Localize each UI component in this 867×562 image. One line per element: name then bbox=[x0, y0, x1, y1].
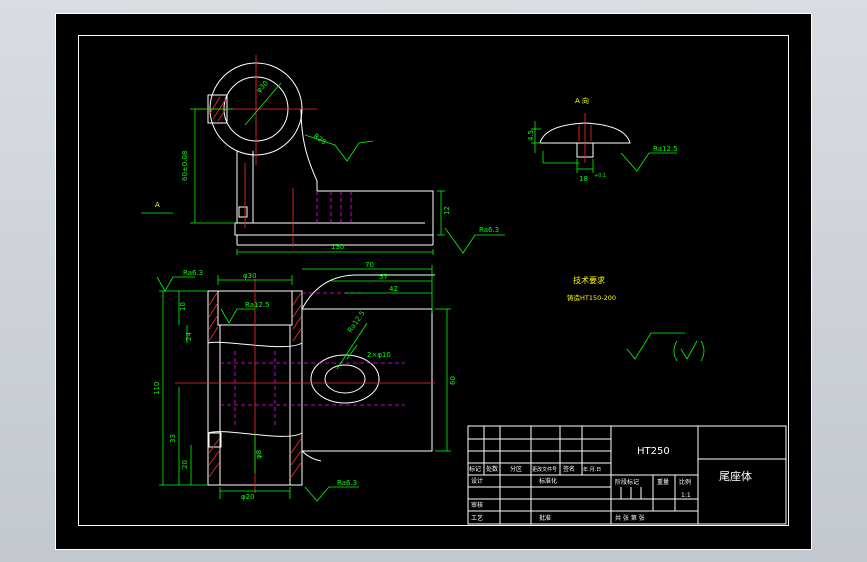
ra-side-inner: Ra12.5 bbox=[245, 301, 270, 309]
tb-material: HT250 bbox=[637, 446, 670, 457]
ra-side-top: Ra6.3 bbox=[183, 269, 203, 277]
tb-stage-mark: 阶段标记 bbox=[615, 478, 639, 486]
tb-scale: 比例 bbox=[679, 478, 691, 486]
ra-side-right: Ra12.5 bbox=[346, 309, 367, 334]
front-view bbox=[141, 55, 505, 255]
notes-title: 技术要求 bbox=[573, 275, 605, 285]
side-dim-110: 110 bbox=[153, 382, 161, 395]
side-dim-20: 20 bbox=[181, 460, 189, 469]
detail-dim-width: 18 bbox=[579, 175, 588, 183]
dim-length-130: 130 bbox=[331, 243, 344, 251]
ra-side-bottom: Ra6.3 bbox=[337, 479, 357, 487]
tb-approve: 批准 bbox=[539, 514, 551, 522]
side-dim-bottom: φ20 bbox=[241, 493, 255, 501]
side-dim-24: 24 bbox=[185, 332, 193, 341]
detail-dim-height: 4.5 bbox=[527, 130, 535, 141]
side-dim-small: φ8 bbox=[255, 450, 263, 459]
tb-date: 年.月.日 bbox=[583, 466, 601, 473]
tb-count: 处数 bbox=[486, 465, 498, 473]
side-dim-42: 42 bbox=[389, 285, 398, 293]
tb-standard: 标准化 bbox=[539, 477, 557, 485]
detail-title: A 向 bbox=[575, 96, 589, 105]
tb-sign: 签名 bbox=[563, 465, 575, 473]
side-dim-57: 57 bbox=[379, 273, 388, 281]
tb-scale-value: 1:1 bbox=[681, 492, 691, 499]
inner-frame bbox=[78, 35, 789, 526]
dim-height-60: 60±0.08 bbox=[181, 151, 189, 181]
notes-line1: 铸造HT150-200 bbox=[567, 293, 616, 302]
tb-part-name: 尾座体 bbox=[719, 469, 752, 483]
tb-sheet-count: 共 张 第 张 bbox=[615, 514, 645, 522]
dim-thickness-12: 12 bbox=[443, 206, 451, 215]
ra-detail: Ra12.5 bbox=[653, 145, 678, 153]
detail-view bbox=[531, 113, 677, 173]
side-dim-top-width: φ30 bbox=[243, 272, 257, 280]
tb-weight: 重量 bbox=[657, 478, 669, 486]
tb-mark: 标记 bbox=[469, 465, 481, 473]
cad-viewport: φ30 60±0.08 130 12 R28 A Ra6.3 A 向 4.5 1… bbox=[0, 0, 867, 562]
tb-zone: 分区 bbox=[510, 465, 522, 473]
side-view bbox=[156, 265, 705, 502]
dim-radius-28: R28 bbox=[312, 132, 328, 146]
dim-diameter-30: φ30 bbox=[255, 79, 270, 94]
side-dim-chamfer: 2×φ10 bbox=[367, 351, 391, 359]
side-dim-33: 33 bbox=[169, 434, 177, 443]
section-label-a: A bbox=[155, 201, 160, 209]
ra-front: Ra6.3 bbox=[479, 226, 499, 234]
detail-dim-tol: +0.1 bbox=[594, 173, 606, 179]
side-dim-10: 10 bbox=[179, 302, 187, 311]
drawing-sheet: φ30 60±0.08 130 12 R28 A Ra6.3 A 向 4.5 1… bbox=[55, 13, 812, 550]
tb-design: 设计 bbox=[471, 477, 483, 485]
side-dim-overall: 70 bbox=[365, 261, 374, 269]
tb-review: 审核 bbox=[471, 501, 483, 509]
tb-process: 工艺 bbox=[471, 514, 483, 522]
tb-doc-no: 更改文件号 bbox=[532, 466, 557, 473]
drawing-canvas: φ30 60±0.08 130 12 R28 A Ra6.3 A 向 4.5 1… bbox=[55, 13, 812, 550]
side-dim-60: 60 bbox=[449, 376, 457, 385]
